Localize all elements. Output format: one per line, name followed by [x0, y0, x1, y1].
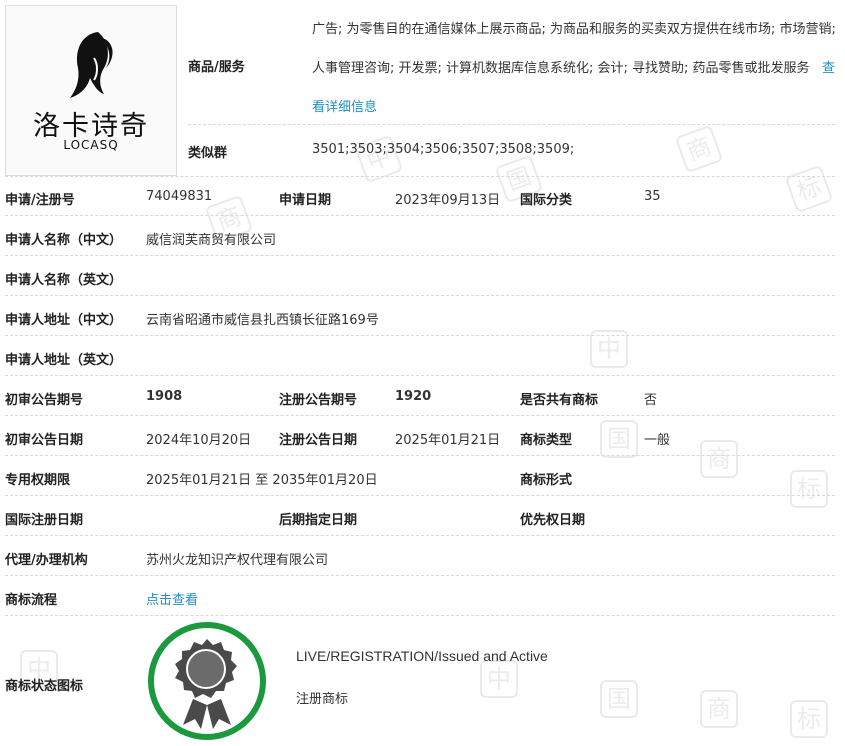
- divider: [5, 575, 835, 576]
- woman-silhouette-icon: [70, 32, 113, 98]
- form-label: 商标形式: [520, 473, 573, 488]
- process-label: 商标流程: [5, 593, 58, 608]
- divider: [188, 124, 835, 125]
- prelim-date-value: 2024年10月20日: [146, 433, 252, 448]
- type-value: 一般: [644, 433, 671, 448]
- divider: [5, 215, 835, 216]
- goods-label: 商品/服务: [188, 60, 245, 75]
- priority-date-label: 优先权日期: [520, 513, 586, 528]
- applicant-addr-cn-label: 申请人地址（中文）: [5, 313, 123, 328]
- divider: [5, 455, 835, 456]
- divider: [5, 615, 835, 616]
- later-date-label: 后期指定日期: [279, 513, 358, 528]
- divider: [5, 495, 835, 496]
- applicant-name-cn-value: 威信润芙商贸有限公司: [146, 233, 277, 248]
- period-label: 专用权期限: [5, 473, 71, 488]
- similar-group-value: 3501;3503;3504;3506;3507;3508;3509;: [312, 142, 575, 157]
- reg-no-value: 74049831: [146, 189, 213, 204]
- divider: [5, 335, 835, 336]
- divider: [5, 176, 835, 177]
- type-label: 商标类型: [520, 433, 573, 448]
- reg-no-label: 申请/注册号: [5, 193, 75, 208]
- prelim-no-label: 初审公告期号: [5, 393, 84, 408]
- divider: [5, 415, 835, 416]
- logo-english-text: LOCASQ: [63, 138, 119, 152]
- shared-value: 否: [644, 393, 658, 408]
- app-date-value: 2023年09月13日: [395, 193, 501, 208]
- divider: [5, 535, 835, 536]
- reg-announce-no-label: 注册公告期号: [279, 393, 358, 408]
- similar-group-label: 类似群: [188, 146, 228, 161]
- status-icon-label: 商标状态图标: [5, 679, 84, 694]
- shared-label: 是否共有商标: [520, 393, 599, 408]
- reg-announce-no-value: 1920: [395, 389, 432, 404]
- goods-list: 广告; 为零售目的在通信媒体上展示商品; 为商品和服务的买卖双方提供在线市场; …: [312, 22, 836, 76]
- applicant-addr-cn-value: 云南省昭通市威信县扎西镇长征路169号: [146, 313, 379, 328]
- divider: [5, 255, 835, 256]
- agent-label: 代理/办理机构: [5, 553, 88, 568]
- period-value: 2025年01月21日 至 2035年01月20日: [146, 473, 378, 488]
- trademark-logo: 洛卡诗奇 LOCASQ: [5, 5, 177, 176]
- intl-reg-date-label: 国际注册日期: [5, 513, 84, 528]
- prelim-no-value: 1908: [146, 389, 183, 404]
- status-line-2: 注册商标: [296, 692, 349, 707]
- prelim-date-label: 初审公告日期: [5, 433, 84, 448]
- registered-badge-icon: [148, 622, 266, 740]
- reg-date-label: 注册公告日期: [279, 433, 358, 448]
- applicant-name-cn-label: 申请人名称（中文）: [5, 233, 123, 248]
- intl-class-label: 国际分类: [520, 193, 573, 208]
- process-link[interactable]: 点击查看: [146, 589, 198, 608]
- divider: [5, 295, 835, 296]
- app-date-label: 申请日期: [279, 193, 332, 208]
- intl-class-value: 35: [644, 189, 661, 204]
- applicant-name-en-label: 申请人名称（英文）: [5, 273, 123, 288]
- divider: [5, 375, 835, 376]
- applicant-addr-en-label: 申请人地址（英文）: [5, 353, 123, 368]
- reg-date-value: 2025年01月21日: [395, 433, 501, 448]
- agent-value: 苏州火龙知识产权代理有限公司: [146, 553, 329, 568]
- status-line-1: LIVE/REGISTRATION/Issued and Active: [296, 648, 548, 664]
- goods-text: 广告; 为零售目的在通信媒体上展示商品; 为商品和服务的买卖双方提供在线市场; …: [312, 10, 837, 127]
